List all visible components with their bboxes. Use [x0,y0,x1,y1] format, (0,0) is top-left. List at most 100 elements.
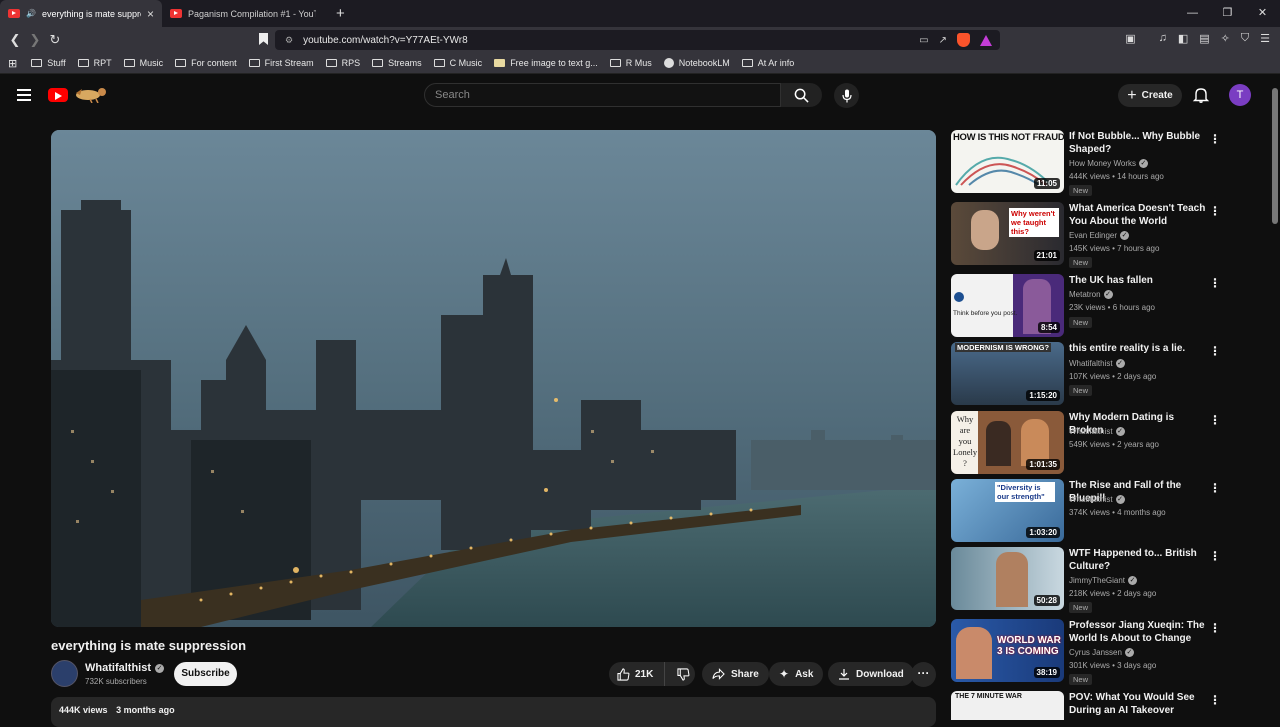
url-bar[interactable]: ⚙ youtube.com/watch?v=Y77AEt-YWr8 ▭ ↗ [275,30,1000,50]
like-button[interactable]: 21K [609,662,665,686]
video-thumbnail[interactable]: Why weren't we taught this? 21:01 [951,202,1064,265]
video-options-icon[interactable]: ⋮ [1209,693,1221,707]
speaker-icon[interactable]: 🔊 [26,9,36,18]
site-info-icon[interactable]: ⚙ [285,35,293,46]
video-options-icon[interactable]: ⋮ [1209,344,1221,358]
video-thumbnail[interactable]: Why are you Lonely ? 1:01:35 [951,411,1064,474]
browser-tab-active[interactable]: 🔊 everything is mate suppression × [0,0,162,27]
leo-ai-icon[interactable]: ✧ [1221,32,1230,45]
channel-name[interactable]: Evan Edinger ✓ [1069,231,1130,240]
browser-tab[interactable]: Paganism Compilation #1 - YouTube [162,0,324,27]
brave-rewards-icon[interactable] [980,34,992,46]
video-title[interactable]: WTF Happened to... British Culture? [1069,547,1207,573]
search-button[interactable] [781,83,822,107]
sidebar-icon[interactable]: ◧ [1178,32,1188,45]
menu-hamburger-icon[interactable] [17,89,31,104]
more-actions-button[interactable]: ··· [911,662,936,687]
video-player[interactable] [51,130,936,627]
bookmark-folder[interactable]: C Music [433,58,482,68]
bookmark-link[interactable]: Free image to text g... [494,58,598,68]
new-tab-button[interactable]: + [324,5,357,22]
bookmark-folder[interactable]: First Stream [248,58,314,68]
video-title[interactable]: POV: What You Would See During an AI Tak… [1069,691,1207,717]
share-button[interactable]: Share [702,662,769,686]
ask-button[interactable]: ✦ Ask [769,662,824,686]
recommended-video[interactable]: "Diversity is our strength" 1:03:20 The … [951,479,1221,543]
doodle-logo[interactable] [70,85,112,103]
channel-name[interactable]: Whatifalthist ✓ [1069,495,1125,504]
bookmark-folder[interactable]: Stuff [31,58,66,68]
bookmark-folder[interactable]: Music [123,58,163,68]
video-options-icon[interactable]: ⋮ [1209,549,1221,563]
video-title[interactable]: Professor Jiang Xueqin: The World Is Abo… [1069,619,1207,645]
video-options-icon[interactable]: ⋮ [1209,481,1221,495]
recommended-video[interactable]: THE 7 MINUTE WAR POV: What You Would See… [951,691,1221,720]
video-thumbnail[interactable]: Think before you post. 8:54 [951,274,1064,337]
apps-grid-icon[interactable]: ⊞ [8,57,17,70]
description-box[interactable]: 444K views 3 months ago [51,697,936,727]
restore-button[interactable]: ❐ [1210,0,1245,27]
video-options-icon[interactable]: ⋮ [1209,413,1221,427]
channel-name[interactable]: JimmyTheGiant ✓ [1069,576,1138,585]
window-close-button[interactable]: ✕ [1245,0,1280,27]
bookmark-folder[interactable]: RPT [77,58,112,68]
channel-name[interactable]: How Money Works ✓ [1069,159,1148,168]
reader-mode-icon[interactable]: ▣ [1125,32,1135,45]
video-options-icon[interactable]: ⋮ [1209,276,1221,290]
channel-name[interactable]: Whatifalthist ✓ [1069,427,1125,436]
bookmark-folder[interactable]: R Mus [609,58,652,68]
recommended-video[interactable]: Think before you post. 8:54 The UK has f… [951,274,1221,338]
cast-icon[interactable]: ▭ [919,35,928,46]
video-options-icon[interactable]: ⋮ [1209,204,1221,218]
forward-button[interactable]: ❯ [25,32,45,48]
notifications-bell-icon[interactable] [1192,86,1210,104]
channel-avatar[interactable] [51,660,78,687]
close-tab-icon[interactable]: × [147,7,154,21]
video-options-icon[interactable]: ⋮ [1209,621,1221,635]
video-thumbnail[interactable]: 50:28 [951,547,1064,610]
voice-search-button[interactable] [834,83,859,108]
subscribe-button[interactable]: Subscribe [174,662,237,686]
youtube-logo[interactable] [48,88,68,102]
channel-name[interactable]: Whatifalthist ✓ [1069,359,1125,368]
bookmark-folder[interactable]: For content [175,58,237,68]
channel-name[interactable]: Whatifalthist ✓ [85,662,164,674]
minimize-button[interactable]: — [1175,0,1210,27]
vpn-icon[interactable]: ⛉ [1241,32,1249,45]
channel-name[interactable]: Cyrus Janssen ✓ [1069,648,1134,657]
recommended-video[interactable]: Why weren't we taught this? 21:01 What A… [951,202,1221,268]
recommended-video[interactable]: MODERNISM IS WRONG? 1:15:20 this entire … [951,342,1221,406]
recommended-video[interactable]: WORLD WAR 3 IS COMING 38:19 Professor Ji… [951,619,1221,685]
video-thumbnail[interactable]: "Diversity is our strength" 1:03:20 [951,479,1064,542]
bookmark-folder[interactable]: At Ar info [741,58,794,68]
user-avatar[interactable]: T [1229,84,1251,106]
channel-name[interactable]: Metatron ✓ [1069,290,1113,299]
video-title[interactable]: this entire reality is a lie. [1069,342,1207,355]
bookmark-icon[interactable] [259,33,268,45]
video-thumbnail[interactable]: HOW IS THIS NOT FRAUD? 11:05 [951,130,1064,193]
video-thumbnail[interactable]: MODERNISM IS WRONG? 1:15:20 [951,342,1064,405]
page-scrollbar[interactable] [1272,88,1278,224]
bookmark-link[interactable]: NotebookLM [663,58,730,68]
recommended-video[interactable]: 50:28 WTF Happened to... British Culture… [951,547,1221,613]
search-input[interactable]: Search [424,83,781,107]
share-page-icon[interactable]: ↗ [939,35,947,46]
video-title[interactable]: What America Doesn't Teach You About the… [1069,202,1207,228]
recommended-video[interactable]: Why are you Lonely ? 1:01:35 Why Modern … [951,411,1221,475]
back-button[interactable]: ❮ [5,32,25,48]
video-title[interactable]: If Not Bubble... Why Bubble Shaped? [1069,130,1207,156]
music-icon[interactable]: ♫ [1159,32,1167,45]
bookmark-folder[interactable]: RPS [325,58,360,68]
dislike-button[interactable] [671,667,695,681]
brave-shield-icon[interactable] [957,33,970,47]
video-thumbnail[interactable]: THE 7 MINUTE WAR [951,691,1064,720]
video-thumbnail[interactable]: WORLD WAR 3 IS COMING 38:19 [951,619,1064,682]
reload-button[interactable]: ↻ [45,32,65,48]
download-button[interactable]: Download [828,662,914,686]
recommended-video[interactable]: HOW IS THIS NOT FRAUD? 11:05 If Not Bubb… [951,130,1221,196]
video-title[interactable]: The UK has fallen [1069,274,1207,287]
menu-icon[interactable]: ☰ [1260,32,1270,45]
create-button[interactable]: + Create [1118,84,1182,107]
video-options-icon[interactable]: ⋮ [1209,132,1221,146]
bookmark-folder[interactable]: Streams [372,58,422,68]
